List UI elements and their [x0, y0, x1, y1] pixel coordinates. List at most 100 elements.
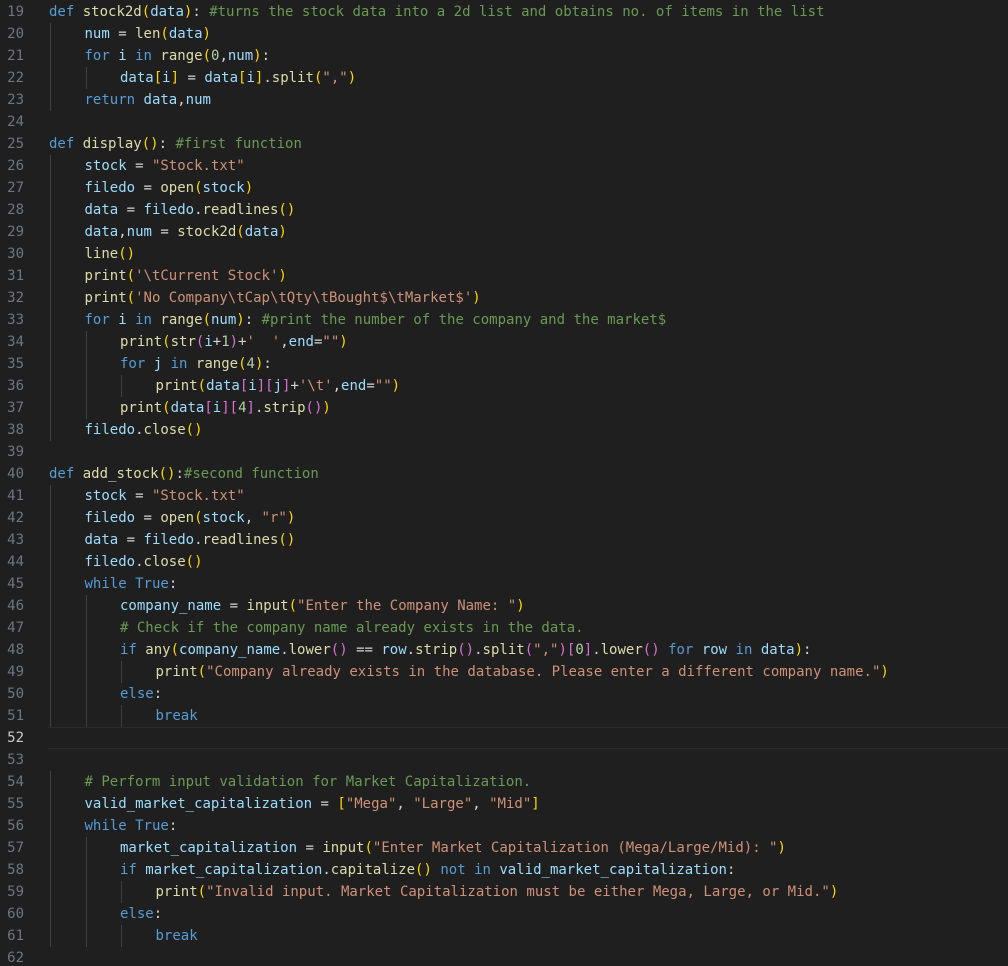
- code-line[interactable]: 29 data,num = stock2d(data): [0, 221, 1008, 243]
- indent-guide: [85, 331, 87, 353]
- code-line[interactable]: 51 break: [0, 705, 1008, 727]
- token-bracket1: (: [202, 312, 211, 328]
- code-line[interactable]: 33 for i in range(num): #print the number…: [0, 309, 1008, 331]
- code-line[interactable]: 47 # Check if the company name already ex…: [0, 617, 1008, 639]
- code-line[interactable]: 54 # Perform input validation for Market …: [0, 771, 1008, 793]
- line-number: 41: [7, 488, 24, 504]
- token-bracket1: (): [158, 466, 176, 482]
- code-line[interactable]: 41 stock = "Stock.txt": [0, 485, 1008, 507]
- code-line[interactable]: 49 print("Company already exists in the d…: [0, 661, 1008, 683]
- code-line[interactable]: 31 print('\tCurrent Stock'): [0, 265, 1008, 287]
- code-line[interactable]: 37 print(data[i][4].strip()): [0, 397, 1008, 419]
- token-control: else: [120, 686, 154, 702]
- code-line[interactable]: 30 line(): [0, 243, 1008, 265]
- code-line[interactable]: 39: [0, 441, 1008, 463]
- token-bracket2: [: [204, 400, 213, 416]
- token-variable: i: [248, 378, 257, 394]
- token-function: print: [84, 290, 127, 306]
- indent-guide: [85, 353, 87, 375]
- token-number: 4: [238, 400, 247, 416]
- code-line[interactable]: 52: [0, 727, 1008, 749]
- line-number: 31: [7, 268, 24, 284]
- code-text: filedo = open(stock, "r"): [85, 507, 296, 529]
- token-control: in: [735, 642, 753, 658]
- code-line[interactable]: 46 company_name = input("Enter the Compan…: [0, 595, 1008, 617]
- token-bracket1: (: [194, 180, 203, 196]
- token-variable: data: [168, 26, 203, 42]
- token-variable: end: [341, 378, 367, 394]
- token-plain: =: [135, 510, 161, 526]
- code-line[interactable]: 20 num = len(data): [0, 23, 1008, 45]
- indent-guide: [85, 661, 87, 683]
- code-line[interactable]: 48 if any(company_name.lower() == row.str…: [0, 639, 1008, 661]
- code-line[interactable]: 62: [0, 947, 1008, 966]
- code-line[interactable]: 43 data = filedo.readlines(): [0, 529, 1008, 551]
- code-line[interactable]: 61 break: [0, 925, 1008, 947]
- token-string: "Company already exists in the database.…: [206, 664, 881, 680]
- code-line[interactable]: 50 else:: [0, 683, 1008, 705]
- code-line[interactable]: 21 for i in range(0,num):: [0, 45, 1008, 67]
- code-text: else:: [120, 683, 162, 705]
- token-bracket1: ): [244, 180, 254, 196]
- code-line[interactable]: 25 def display(): #first function: [0, 133, 1008, 155]
- token-control: in: [135, 312, 152, 328]
- line-number: 19: [7, 4, 24, 20]
- token-plain: ,: [177, 92, 186, 108]
- code-line[interactable]: 40 def add_stock():#second function: [0, 463, 1008, 485]
- line-number: 24: [7, 114, 24, 130]
- code-line[interactable]: 35 for j in range(4):: [0, 353, 1008, 375]
- code-editor[interactable]: 19 def stock2d(data): #turns the stock da…: [0, 0, 1008, 966]
- token-variable: company_name: [179, 642, 281, 658]
- token-function: print: [155, 378, 198, 394]
- token-string: "Invalid input. Market Capitalization mu…: [206, 884, 830, 900]
- code-line[interactable]: 34 print(str(i+1)+' ',end=""): [0, 331, 1008, 353]
- token-control: return: [84, 92, 136, 108]
- token-bracket1: ]: [531, 796, 540, 812]
- token-variable: i: [246, 70, 255, 86]
- code-line[interactable]: 55 valid_market_capitalization = ["Mega",…: [0, 793, 1008, 815]
- token-bracket1: ): [794, 642, 803, 658]
- code-line[interactable]: 56 while True:: [0, 815, 1008, 837]
- token-bracket1: ): [253, 48, 262, 64]
- token-function: strip: [263, 400, 306, 416]
- code-line[interactable]: 38 filedo.close(): [0, 419, 1008, 441]
- line-number: 61: [7, 928, 24, 944]
- code-line[interactable]: 42 filedo = open(stock, "r"): [0, 507, 1008, 529]
- token-variable: data: [206, 378, 240, 394]
- code-line[interactable]: 59 print("Invalid input. Market Capitaliz…: [0, 881, 1008, 903]
- token-string: '\t': [298, 378, 333, 394]
- code-line[interactable]: 53: [0, 749, 1008, 771]
- code-line[interactable]: 44 filedo.close(): [0, 551, 1008, 573]
- code-line[interactable]: 32 print('No Company\tCap\tQty\tBought$\t…: [0, 287, 1008, 309]
- code-line[interactable]: 19 def stock2d(data): #turns the stock da…: [0, 1, 1008, 23]
- code-line[interactable]: 28 data = filedo.readlines(): [0, 199, 1008, 221]
- code-line[interactable]: 58 if market_capitalization.capitalize() …: [0, 859, 1008, 881]
- code-line[interactable]: 22 data[i] = data[i].split(","): [0, 67, 1008, 89]
- code-line[interactable]: 60 else:: [0, 903, 1008, 925]
- token-bracket1: (: [141, 4, 151, 20]
- line-number: 33: [7, 312, 24, 328]
- line-number: 36: [7, 378, 24, 394]
- token-plain: =: [366, 378, 375, 394]
- code-line[interactable]: 57 market_capitalization = input("Enter M…: [0, 837, 1008, 859]
- token-keyword: True: [135, 818, 169, 834]
- code-line[interactable]: 45 while True:: [0, 573, 1008, 595]
- code-line[interactable]: 24: [0, 111, 1008, 133]
- code-line[interactable]: 27 filedo = open(stock): [0, 177, 1008, 199]
- token-control: while: [84, 576, 127, 592]
- token-bracket2: ]: [221, 400, 230, 416]
- code-line[interactable]: 23 return data,num: [0, 89, 1008, 111]
- code-text: # Check if the company name already exis…: [120, 617, 584, 639]
- token-bracket1: ): [880, 664, 889, 680]
- code-line[interactable]: 36 print(data[i][j]+'\t',end=""): [0, 375, 1008, 397]
- token-bracket1: (: [162, 334, 171, 350]
- token-variable: num: [126, 224, 152, 240]
- indent-guide: [121, 881, 122, 903]
- code-line[interactable]: 26 stock = "Stock.txt": [0, 155, 1008, 177]
- token-plain: .: [135, 554, 144, 570]
- token-bracket1: (): [141, 136, 159, 152]
- token-plain: ,: [280, 334, 289, 350]
- code-text: # Perform input validation for Market Ca…: [85, 771, 532, 793]
- code-text: filedo.close(): [85, 419, 203, 441]
